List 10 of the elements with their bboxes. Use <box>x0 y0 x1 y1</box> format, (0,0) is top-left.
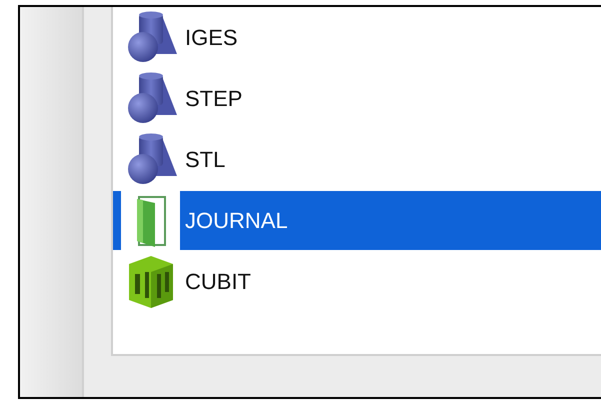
file-type-label: JOURNAL <box>185 208 288 234</box>
file-type-item[interactable]: STEP <box>113 68 601 129</box>
file-type-label: STEP <box>185 86 242 112</box>
file-type-item[interactable]: STL <box>113 129 601 190</box>
file-type-item[interactable]: CUBIT <box>113 251 601 312</box>
file-type-label: CUBIT <box>185 268 251 294</box>
file-type-label: STL <box>185 146 226 172</box>
file-type-item[interactable]: IGES <box>113 7 601 68</box>
file-type-item[interactable]: JOURNAL <box>113 191 601 250</box>
file-type-label: IGES <box>185 24 238 50</box>
